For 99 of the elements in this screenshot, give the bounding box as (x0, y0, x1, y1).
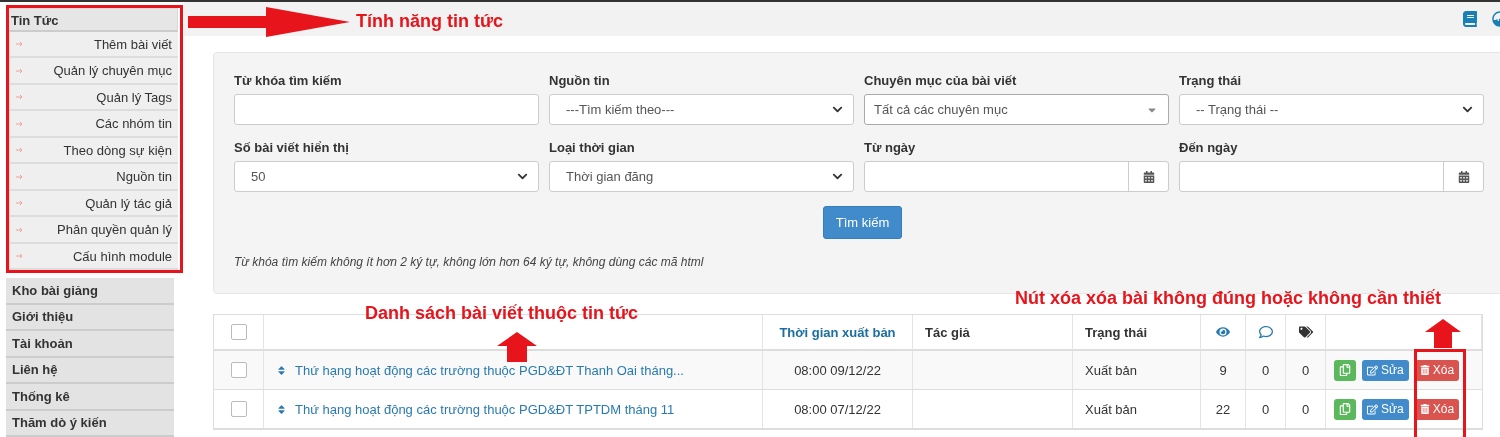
arrow-icon (16, 41, 24, 48)
dropdown[interactable]: -- Trạng thái -- (1179, 94, 1484, 125)
annotation-text: Nút xóa xóa bài không đúng hoặc không cần thiết (1015, 288, 1442, 309)
table-cell: 22 (1201, 390, 1246, 428)
article-title-link[interactable]: Thứ hạng hoạt động các trường thuộc PGD&ĐT TPTDM tháng 11 (295, 401, 675, 417)
column-header: Trạng thái (1073, 315, 1201, 349)
sort-icon[interactable] (276, 364, 287, 376)
field-label: Từ khóa tìm kiếm (234, 73, 343, 88)
dropdown[interactable]: ---Tìm kiếm theo--- (549, 94, 854, 125)
table-cell: Xuất bản (1073, 390, 1201, 428)
annotation-text: Tính năng tin tức (356, 11, 503, 32)
date-field[interactable] (1179, 161, 1484, 192)
calendar-icon[interactable] (1457, 170, 1470, 183)
copy-button[interactable] (1334, 359, 1356, 381)
sidebar-subitem[interactable]: Cấu hình module (8, 243, 178, 271)
dropdown[interactable]: 50 (234, 161, 539, 192)
table-cell: 0 (1286, 390, 1326, 428)
sidebar-item[interactable]: Thăm dò ý kiến (6, 410, 174, 437)
checkbox[interactable] (230, 362, 247, 378)
field-label: Đến ngày (1179, 140, 1239, 155)
edit-icon (1367, 403, 1378, 415)
field-label: Số bài viết hiển thị (234, 140, 350, 155)
table-cell: 08:00 09/12/22 (763, 351, 913, 389)
search-button[interactable]: Tìm kiếm (822, 206, 903, 239)
edit-button[interactable]: Sửa (1362, 359, 1409, 381)
up-arrow (497, 332, 537, 362)
edit-button[interactable]: Sửa (1362, 398, 1409, 420)
sort-icon[interactable] (276, 403, 287, 415)
calendar-icon[interactable] (1142, 170, 1155, 183)
sidebar-item[interactable]: Thống kê (6, 384, 174, 411)
tags-icon (1298, 325, 1313, 339)
sidebar-subitem-label: Thêm bài viết (93, 36, 172, 52)
arrow-icon (16, 173, 24, 180)
sidebar-subitem-label: Các nhóm tin (95, 116, 172, 132)
arrow-icon (16, 147, 24, 154)
hint-text: Từ khóa tìm kiếm không ít hơn 2 ký tự, không lớn hơn 64 ký tự, không dùng các mã html (234, 255, 705, 269)
arrow-icon (16, 67, 24, 74)
delete-button[interactable]: Xóa (1414, 398, 1460, 420)
sidebar-subitem-label: Quản lý chuyên mục (53, 63, 172, 79)
chevron-down-icon (1462, 104, 1473, 115)
delete-button[interactable]: Xóa (1414, 359, 1460, 381)
field-label: Nguồn tin (549, 73, 611, 88)
table-cell: Xuất bản (1073, 351, 1201, 389)
field-label: Loại thời gian (549, 140, 636, 155)
chevron-down-icon (517, 171, 528, 182)
table-cell: 0 (1286, 351, 1326, 389)
eye-icon (1216, 325, 1230, 339)
sidebar-subitem[interactable]: Các nhóm tin (8, 111, 178, 138)
sidebar-subitem[interactable]: Nguồn tin (8, 164, 178, 191)
article-title-link[interactable]: Thứ hạng hoạt động các trường thuộc PGD&ĐT Thanh Oai tháng... (295, 362, 684, 378)
field-label: Trạng thái (1179, 73, 1243, 88)
sidebar-subitem[interactable]: Phân quyền quản lý (8, 217, 178, 244)
checkbox[interactable] (230, 401, 247, 417)
column-header: Tác giả (913, 315, 1073, 349)
sidebar-item[interactable]: Tài khoản (6, 331, 174, 358)
date-field[interactable] (864, 161, 1169, 192)
table-cell: 0 (1246, 351, 1286, 389)
sidebar-subitem-label: Cấu hình module (73, 248, 172, 264)
chevron-down-icon (832, 104, 843, 115)
sidebar-subitem-label: Theo dòng sự kiện (63, 142, 172, 158)
field-label: Chuyên mục của bài viết (864, 73, 1018, 88)
copy-icon (1339, 403, 1351, 415)
sidebar-subitem-label: Phân quyền quản lý (57, 222, 172, 238)
arrow-icon (16, 226, 24, 233)
checkbox[interactable] (230, 324, 247, 340)
trash-icon (1419, 365, 1430, 375)
sidebar-subitem-label: Nguồn tin (116, 169, 172, 185)
trash-icon (1419, 404, 1430, 414)
sidebar-item[interactable]: Kho bài giảng (6, 278, 174, 305)
dropdown[interactable]: Tất cả các chuyên mục (864, 94, 1169, 125)
up-arrow (1425, 319, 1461, 348)
sidebar-item[interactable]: Giới thiệu (6, 304, 174, 332)
sidebar-subitem[interactable]: Quản lý tác giả (8, 190, 178, 218)
dropdown[interactable]: Thời gian đăng (549, 161, 854, 192)
search-field[interactable] (234, 94, 539, 125)
table-cell: 9 (1201, 351, 1246, 389)
chevron-down-icon (832, 171, 843, 182)
arrow-icon (16, 253, 24, 260)
sidebar-item[interactable]: Liên hệ (6, 357, 174, 385)
table-cell: 08:00 07/12/22 (763, 390, 913, 428)
sidebar-section-header[interactable]: Tin Tức (6, 8, 178, 32)
sidebar-subitem[interactable]: Thêm bài viết (8, 32, 178, 59)
arrow-icon (16, 200, 24, 207)
arrow-icon (16, 120, 24, 127)
arrow-icon (16, 94, 24, 101)
book-icon[interactable] (1462, 11, 1478, 27)
sidebar-subitem[interactable]: Quản lý chuyên mục (8, 58, 178, 85)
sidebar-subitem-label: Quản lý Tags (96, 89, 172, 105)
annotation-text: Danh sách bài viết thuộc tin tức (365, 303, 639, 324)
copy-button[interactable] (1334, 398, 1356, 420)
copy-icon (1339, 364, 1351, 376)
column-header[interactable]: Thời gian xuất bản (763, 315, 913, 349)
table-cell: 0 (1246, 390, 1286, 428)
sidebar-subitem-label: Quản lý tác giả (85, 195, 172, 211)
edit-icon (1367, 364, 1378, 376)
comment-icon (1258, 325, 1273, 339)
sidebar-subitem[interactable]: Quản lý Tags (8, 84, 178, 112)
field-label: Từ ngày (864, 140, 917, 155)
sidebar-subitem[interactable]: Theo dòng sự kiện (8, 137, 178, 165)
